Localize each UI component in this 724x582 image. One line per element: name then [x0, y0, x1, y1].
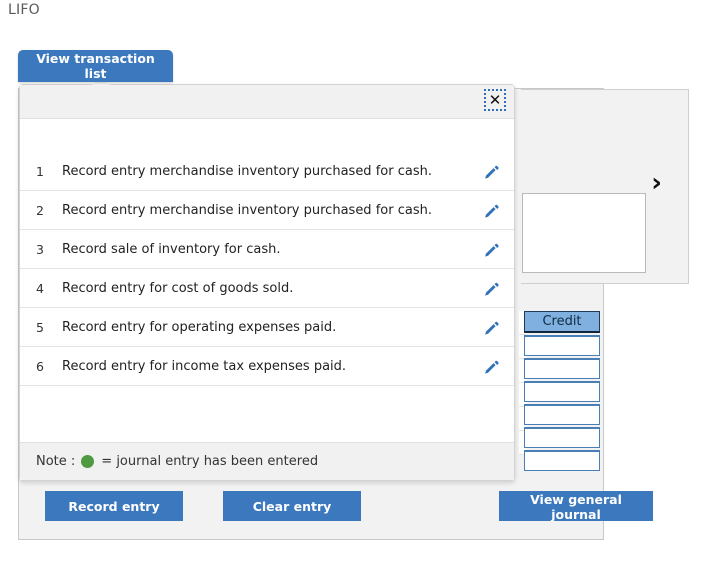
- transaction-number: 1: [36, 163, 44, 179]
- transaction-list-popup: ✕ 1 Record entry merchandise inventory pu…: [19, 76, 515, 481]
- popup-header: ✕: [20, 85, 514, 119]
- ledger-credit-cell[interactable]: [524, 404, 600, 425]
- pencil-edit-icon[interactable]: [468, 241, 514, 258]
- chevron-right-icon[interactable]: ›: [651, 170, 662, 196]
- ledger-credit-cells: [524, 333, 614, 471]
- ledger-credit-cell[interactable]: [524, 381, 600, 402]
- ledger-column-header-credit: Credit: [524, 311, 600, 333]
- page-title: LIFO: [8, 2, 40, 18]
- memo-field[interactable]: [522, 193, 646, 273]
- ledger-credit-cell[interactable]: [524, 450, 600, 471]
- transaction-number: 2: [36, 202, 44, 218]
- clear-entry-button[interactable]: Clear entry: [223, 491, 361, 521]
- transaction-description: Record entry for cost of goods sold.: [62, 280, 294, 296]
- transaction-description: Record entry for operating expenses paid…: [62, 319, 337, 335]
- note-text: = journal entry has been entered: [101, 454, 319, 469]
- pencil-edit-icon[interactable]: [468, 280, 514, 297]
- transaction-description: Record entry merchandise inventory purch…: [62, 202, 432, 218]
- ledger-credit-column: Credit: [524, 311, 614, 471]
- transaction-description: Record entry merchandise inventory purch…: [62, 163, 432, 179]
- record-entry-button[interactable]: Record entry: [45, 491, 183, 521]
- transaction-list-body: 1 Record entry merchandise inventory purc…: [20, 119, 514, 442]
- journal-entered-dot-icon: [81, 455, 95, 468]
- transaction-description: Record entry for income tax expenses pai…: [62, 358, 347, 374]
- pencil-edit-icon[interactable]: [468, 319, 514, 336]
- note-label: Note :: [36, 454, 76, 469]
- transaction-number: 5: [36, 319, 44, 335]
- ledger-credit-cell[interactable]: [524, 427, 600, 448]
- journal-entry-area: ›: [521, 89, 689, 284]
- ledger-credit-cell[interactable]: [524, 335, 600, 356]
- pencil-edit-icon[interactable]: [468, 358, 514, 375]
- close-icon[interactable]: ✕: [484, 89, 506, 111]
- transaction-row[interactable]: 5 Record entry for operating expenses pai…: [20, 308, 514, 347]
- view-general-journal-button[interactable]: View general journal: [499, 491, 653, 522]
- list-top-spacer: [20, 119, 514, 152]
- transaction-number: 6: [36, 358, 44, 374]
- pencil-edit-icon[interactable]: [468, 202, 514, 219]
- transaction-number: 3: [36, 241, 44, 257]
- view-transaction-list-button[interactable]: View transaction list: [18, 50, 173, 82]
- transaction-description: Record sale of inventory for cash.: [62, 241, 281, 257]
- pencil-edit-icon[interactable]: [468, 163, 514, 180]
- transaction-row[interactable]: 6 Record entry for income tax expenses pa…: [20, 347, 514, 386]
- transaction-row[interactable]: 2 Record entry merchandise inventory purc…: [20, 191, 514, 230]
- transaction-row[interactable]: 4 Record entry for cost of goods sold.: [20, 269, 514, 308]
- transaction-row[interactable]: 1 Record entry merchandise inventory purc…: [20, 152, 514, 191]
- transaction-number: 4: [36, 280, 44, 296]
- popup-footer-note: Note : = journal entry has been entered: [20, 442, 514, 480]
- transaction-list: 1 Record entry merchandise inventory purc…: [20, 152, 514, 386]
- ledger-credit-cell[interactable]: [524, 358, 600, 379]
- transaction-row[interactable]: 3 Record sale of inventory for cash.: [20, 230, 514, 269]
